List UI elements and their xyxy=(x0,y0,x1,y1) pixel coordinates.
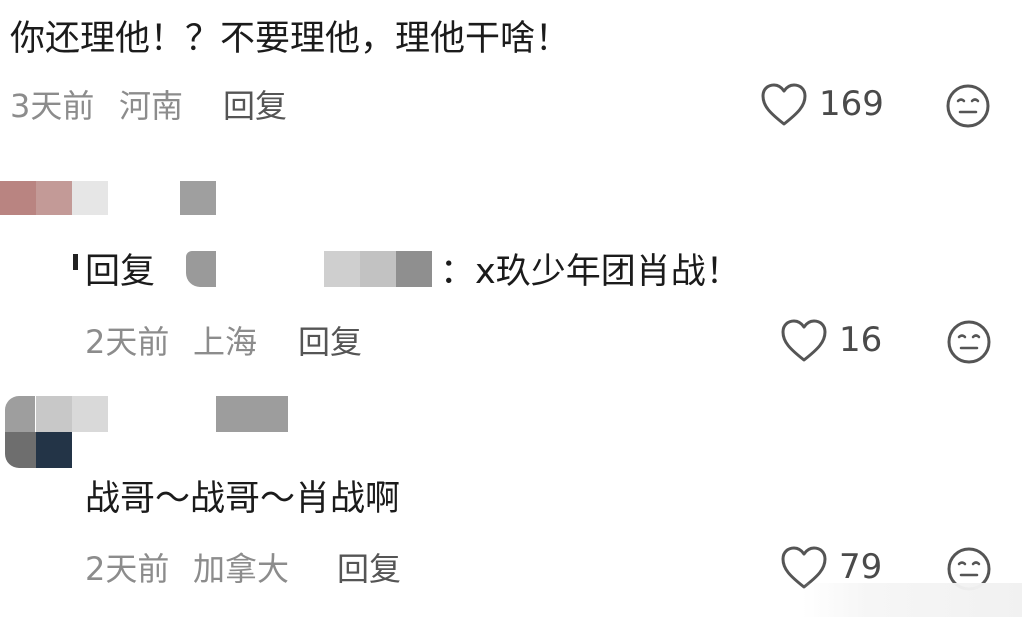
heart-outline-icon xyxy=(761,83,807,126)
watermark-overlay xyxy=(802,583,1022,617)
comment-location: 上海 xyxy=(193,323,258,361)
heart-outline-icon xyxy=(781,319,827,362)
comment-location: 加拿大 xyxy=(193,550,290,588)
neutral-face-icon xyxy=(946,84,990,128)
reply-button[interactable]: 回复 xyxy=(337,549,401,589)
comment-text: 你还理他！？不要理他，理他干啥！ xyxy=(10,19,571,59)
comment-time: 2天前 xyxy=(85,323,170,361)
quote-mark xyxy=(73,254,78,270)
like-count: 16 xyxy=(839,320,883,360)
like-button[interactable] xyxy=(760,82,808,128)
comment-time: 2天前 xyxy=(85,550,170,588)
username-blurred[interactable] xyxy=(180,181,216,215)
comment-text: 战哥～战哥～肖战啊 xyxy=(85,479,401,519)
reply-prefix: 回复 xyxy=(85,252,156,292)
comment-location: 河南 xyxy=(119,87,184,125)
like-count: 169 xyxy=(819,84,884,124)
like-button[interactable] xyxy=(780,318,828,364)
dislike-button[interactable] xyxy=(946,319,992,365)
like-count: 79 xyxy=(839,547,883,587)
reply-button[interactable]: 回复 xyxy=(298,322,362,362)
reply-button[interactable]: 回复 xyxy=(223,86,287,126)
username-blurred[interactable] xyxy=(216,396,288,432)
comment-text: ：x玖少年团肖战！ xyxy=(440,252,741,292)
comment-time: 3天前 xyxy=(10,87,95,125)
neutral-face-icon xyxy=(947,320,991,364)
dislike-button[interactable] xyxy=(945,83,991,129)
